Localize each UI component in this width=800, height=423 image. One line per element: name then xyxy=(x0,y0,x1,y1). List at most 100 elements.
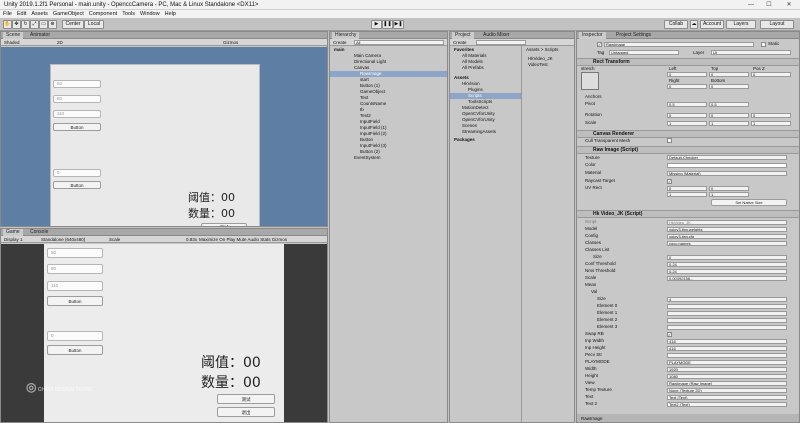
inp-height-field[interactable]: 416 xyxy=(667,346,787,351)
height-field[interactable]: 1080 xyxy=(667,374,787,379)
game-input-4[interactable]: 0 xyxy=(47,331,103,341)
rect-transform-header[interactable]: Rect Transform xyxy=(577,58,799,66)
scene-viewport[interactable]: 50 80 110 Button 0 Button 阈值：00 数量：00 测试… xyxy=(1,47,327,226)
rotation-x-field[interactable]: 0 xyxy=(667,113,707,118)
project-breadcrumb[interactable]: Assets > Scripts xyxy=(524,47,574,53)
anchors-foldout[interactable]: Anchors xyxy=(585,94,799,100)
rotation-y-field[interactable]: 0 xyxy=(709,113,749,118)
bottom-field[interactable]: 0 xyxy=(709,84,749,89)
game-input-3[interactable]: 110 xyxy=(47,281,103,291)
tab-game[interactable]: Game xyxy=(3,229,23,236)
account-button[interactable]: Account xyxy=(700,20,724,29)
menu-tools[interactable]: Tools xyxy=(122,10,135,18)
resolution-dropdown[interactable]: Standalone (640x480) xyxy=(41,236,85,243)
game-input-1[interactable]: 50 xyxy=(47,248,103,258)
inp-width-field[interactable]: 416 xyxy=(667,339,787,344)
game-input-2[interactable]: 80 xyxy=(47,264,103,274)
game-viewport[interactable]: 50 80 110 Button 0 Button 阈值：00 数量：00 测试… xyxy=(1,244,327,422)
game-button-2[interactable]: Button xyxy=(47,345,103,355)
close-icon[interactable]: ✕ xyxy=(780,0,798,10)
element0-field[interactable] xyxy=(667,304,787,309)
scale2-field[interactable]: 0.00392156... xyxy=(667,276,787,281)
packages-header[interactable]: Packages xyxy=(450,137,521,143)
tab-scene[interactable]: Scene xyxy=(3,32,24,39)
scene-input-2[interactable]: 80 xyxy=(53,95,101,103)
menu-edit[interactable]: Edit xyxy=(17,10,26,18)
object-name-field[interactable]: RawImage xyxy=(604,42,754,47)
pivot-x-field[interactable]: 0.5 xyxy=(667,102,707,107)
scene-button-1[interactable]: Button xyxy=(53,123,101,131)
center-toggle[interactable]: Center xyxy=(62,20,84,29)
val-foldout[interactable]: Val xyxy=(591,289,799,295)
move-tool-icon[interactable]: ✥ xyxy=(12,20,21,29)
classes-field[interactable]: coco.names xyxy=(667,241,787,246)
conf-threshold-field[interactable]: 0.24 xyxy=(667,262,787,267)
width-field[interactable]: 1920 xyxy=(667,367,787,372)
gizmos-dropdown[interactable]: Gizmos xyxy=(223,39,238,46)
hk-script-header[interactable]: Hk Video_JK (Script) xyxy=(577,210,799,218)
step-icon[interactable]: ▶❚ xyxy=(393,20,404,29)
model-field[interactable]: yolov3-tiny.weights xyxy=(667,227,787,232)
maximize-icon[interactable]: ☐ xyxy=(760,0,778,10)
scale-tool-icon[interactable]: ⤢ xyxy=(30,20,39,29)
swap-rb-checkbox[interactable]: ✓ xyxy=(667,332,672,337)
tab-animator[interactable]: Animator xyxy=(27,32,53,39)
rect-tool-icon[interactable]: ▭ xyxy=(39,20,48,29)
layers-dropdown[interactable]: Layers xyxy=(726,20,756,29)
scale-y-field[interactable]: 1 xyxy=(709,121,749,126)
nms-threshold-field[interactable]: 0.24 xyxy=(667,269,787,274)
local-toggle[interactable]: Local xyxy=(84,20,104,29)
scale-z-field[interactable]: 1 xyxy=(751,121,791,126)
game-exit-button[interactable]: 退出 xyxy=(217,407,275,417)
pivot-y-field[interactable]: 0.5 xyxy=(709,102,749,107)
menu-gameobject[interactable]: GameObject xyxy=(53,10,84,18)
layout-dropdown[interactable]: Layout xyxy=(760,20,794,29)
active-checkbox[interactable]: ✓ xyxy=(597,42,602,47)
left-field[interactable]: 0 xyxy=(667,72,707,77)
tab-audio-mixer[interactable]: Audio Mixer xyxy=(480,32,512,39)
element1-field[interactable] xyxy=(667,311,787,316)
scene-input-1[interactable]: 50 xyxy=(53,80,101,88)
minimize-icon[interactable]: — xyxy=(742,0,760,10)
layer-dropdown[interactable]: UI xyxy=(711,50,791,55)
project-search-input[interactable] xyxy=(476,40,526,45)
top-field[interactable]: 0 xyxy=(709,72,749,77)
tag-dropdown[interactable]: Untagged xyxy=(609,50,679,55)
asset-folder[interactable]: StreamingAssets xyxy=(450,129,521,135)
hierarchy-search-input[interactable]: All xyxy=(354,40,444,45)
raycast-checkbox[interactable]: ✓ xyxy=(667,179,672,184)
menu-window[interactable]: Window xyxy=(140,10,160,18)
tab-hierarchy[interactable]: Hierarchy xyxy=(332,32,360,39)
hierarchy-create-button[interactable]: Create xyxy=(333,39,347,46)
collab-button[interactable]: Collab xyxy=(664,20,688,29)
game-test-button[interactable]: 测试 xyxy=(217,394,275,404)
pause-icon[interactable]: ❚❚ xyxy=(382,20,393,29)
set-native-size-button[interactable]: Set Native Size xyxy=(711,199,787,206)
texture-field[interactable]: Default-Checker xyxy=(667,155,787,160)
playmode-dropdown[interactable]: PLAYMODE xyxy=(667,360,787,365)
config-field[interactable]: yolov3-tiny.cfg xyxy=(667,234,787,239)
play-icon[interactable]: ▶ xyxy=(371,20,382,29)
favorites-item[interactable]: All Prefabs xyxy=(450,65,521,71)
tab-project-settings[interactable]: Project Settings xyxy=(613,32,654,39)
mean-foldout[interactable]: Mean xyxy=(585,282,799,288)
uv-y-field[interactable]: 0 xyxy=(709,186,749,191)
hierarchy-item[interactable]: EventSystem xyxy=(330,155,447,161)
scene-test-button[interactable]: 测试 xyxy=(201,223,247,226)
scene-input-3[interactable]: 110 xyxy=(53,110,101,118)
project-create-button[interactable]: Create xyxy=(453,39,467,46)
cloud-icon[interactable]: ☁ xyxy=(690,20,698,29)
color-swatch[interactable] xyxy=(667,163,787,168)
temp-texture-field[interactable]: None (Texture 2D) xyxy=(667,388,787,393)
scale-x-field[interactable]: 1 xyxy=(667,121,707,126)
pecv-str-field[interactable] xyxy=(667,353,787,358)
game-options[interactable]: Maximize On Play Mute Audio Stats Gizmos xyxy=(199,236,287,243)
display-dropdown[interactable]: Display 1 xyxy=(4,236,23,243)
uv-h-field[interactable]: 1 xyxy=(709,192,749,197)
project-file[interactable]: VideoTest xyxy=(526,62,574,68)
uv-x-field[interactable]: 0 xyxy=(667,186,707,191)
menu-file[interactable]: File xyxy=(3,10,12,18)
scene-input-4[interactable]: 0 xyxy=(53,169,101,177)
text-field[interactable]: Text (Text) xyxy=(667,395,787,400)
element2-field[interactable] xyxy=(667,318,787,323)
